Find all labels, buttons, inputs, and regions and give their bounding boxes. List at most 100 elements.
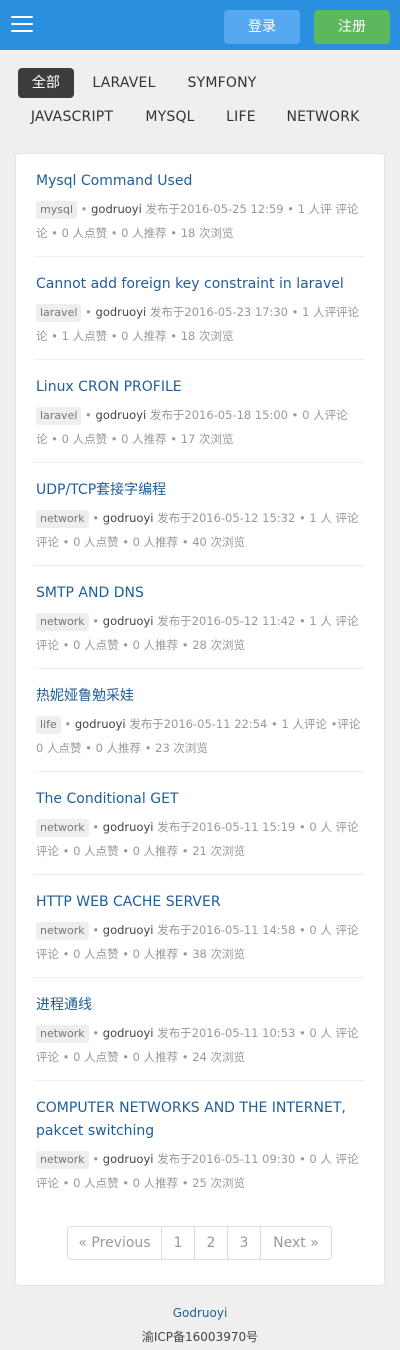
post-tag[interactable]: laravel bbox=[36, 407, 82, 425]
post-stats: 论 • 1 人点赞 • 0 人推荐 • 18 次浏览 bbox=[36, 329, 234, 343]
post-date: 发布于2016-05-25 12:59 bbox=[145, 202, 284, 216]
category-life[interactable]: LIFE bbox=[220, 102, 262, 132]
post-stats: 评论 • 0 人点赞 • 0 人推荐 • 25 次浏览 bbox=[36, 1176, 246, 1190]
post-comments: • 1 人 评论 bbox=[298, 614, 359, 628]
post-meta: laravel • godruoyi 发布于2016-05-18 15:00 •… bbox=[36, 407, 348, 446]
pagination: « Previous 1 2 3 Next » bbox=[67, 1226, 332, 1260]
post-comments: • 0 人评论 bbox=[291, 408, 348, 422]
post-date: 发布于2016-05-11 09:30 bbox=[157, 1152, 296, 1166]
post-tag[interactable]: network bbox=[36, 613, 89, 631]
post-title[interactable]: Mysql Command Used bbox=[36, 170, 364, 193]
post-author[interactable]: godruoyi bbox=[103, 511, 154, 525]
category-network[interactable]: NETWORK bbox=[280, 102, 366, 132]
post-stats: 评论 • 0 人点赞 • 0 人推荐 • 28 次浏览 bbox=[36, 638, 246, 652]
post-item: Mysql Command Used mysql • godruoyi 发布于2… bbox=[36, 170, 364, 245]
post-comments: • 1 人评论 •评论 bbox=[271, 717, 361, 731]
footer-site-name[interactable]: Godruoyi bbox=[0, 1306, 400, 1320]
post-comments: • 0 人 评论 bbox=[298, 1026, 359, 1040]
post-author[interactable]: godruoyi bbox=[103, 1152, 154, 1166]
post-comments: • 1 人 评论 bbox=[298, 511, 359, 525]
post-author[interactable]: godruoyi bbox=[96, 408, 147, 422]
post-stats: 评论 • 0 人点赞 • 0 人推荐 • 24 次浏览 bbox=[36, 1050, 246, 1064]
pagination-previous[interactable]: « Previous bbox=[68, 1227, 161, 1259]
post-date: 发布于2016-05-11 22:54 bbox=[129, 717, 268, 731]
menu-icon[interactable] bbox=[11, 16, 33, 34]
post-item: 进程通线 network • godruoyi 发布于2016-05-11 10… bbox=[36, 994, 364, 1069]
post-title[interactable]: 热妮娅鲁勉采娃 bbox=[36, 685, 364, 708]
post-author[interactable]: godruoyi bbox=[96, 305, 147, 319]
post-title[interactable]: Cannot add foreign key constraint in lar… bbox=[36, 273, 364, 296]
footer-icp-license: 渝ICP备16003970号 bbox=[141, 1330, 259, 1344]
post-title[interactable]: Linux CRON PROFILE bbox=[36, 376, 364, 399]
post-author[interactable]: godruoyi bbox=[75, 717, 126, 731]
post-item: The Conditional GET network • godruoyi 发… bbox=[36, 788, 364, 863]
category-mysql[interactable]: MYSQL bbox=[138, 102, 202, 132]
post-comments: • 0 人 评论 bbox=[298, 820, 359, 834]
post-title[interactable]: COMPUTER NETWORKS AND THE INTERNET, pakc… bbox=[36, 1097, 364, 1143]
post-author[interactable]: godruoyi bbox=[103, 923, 154, 937]
post-item: 热妮娅鲁勉采娃 life • godruoyi 发布于2016-05-11 22… bbox=[36, 685, 364, 760]
post-author[interactable]: godruoyi bbox=[103, 1026, 154, 1040]
post-tag[interactable]: laravel bbox=[36, 304, 82, 322]
post-title[interactable]: HTTP WEB CACHE SERVER bbox=[36, 891, 364, 914]
post-title[interactable]: UDP/TCP套接字编程 bbox=[36, 479, 364, 502]
post-meta: network • godruoyi 发布于2016-05-12 15:32 •… bbox=[36, 510, 359, 549]
post-stats: 评论 • 0 人点赞 • 0 人推荐 • 21 次浏览 bbox=[36, 844, 246, 858]
post-item: SMTP AND DNS network • godruoyi 发布于2016-… bbox=[36, 582, 364, 657]
post-date: 发布于2016-05-12 11:42 bbox=[157, 614, 296, 628]
category-symfony[interactable]: SYMFONY bbox=[178, 68, 266, 98]
post-meta: laravel • godruoyi 发布于2016-05-23 17:30 •… bbox=[36, 304, 360, 343]
post-item: Linux CRON PROFILE laravel • godruoyi 发布… bbox=[36, 376, 364, 451]
post-tag[interactable]: network bbox=[36, 510, 89, 528]
post-meta: life • godruoyi 发布于2016-05-11 22:54 • 1 … bbox=[36, 716, 361, 755]
post-tag[interactable]: mysql bbox=[36, 201, 77, 219]
post-meta: network • godruoyi 发布于2016-05-11 14:58 •… bbox=[36, 922, 359, 961]
post-list-card: Mysql Command Used mysql • godruoyi 发布于2… bbox=[15, 153, 385, 1286]
post-meta: network • godruoyi 发布于2016-05-11 10:53 •… bbox=[36, 1025, 359, 1064]
post-meta: mysql • godruoyi 发布于2016-05-25 12:59 • 1… bbox=[36, 201, 359, 240]
post-meta: network • godruoyi 发布于2016-05-12 11:42 •… bbox=[36, 613, 359, 652]
post-title[interactable]: SMTP AND DNS bbox=[36, 582, 364, 605]
top-navbar: 登录 注册 bbox=[0, 0, 400, 50]
post-date: 发布于2016-05-11 15:19 bbox=[157, 820, 296, 834]
post-meta: network • godruoyi 发布于2016-05-11 09:30 •… bbox=[36, 1151, 359, 1190]
post-tag[interactable]: network bbox=[36, 922, 89, 940]
post-stats: 论 • 0 人点赞 • 0 人推荐 • 18 次浏览 bbox=[36, 226, 234, 240]
post-title[interactable]: 进程通线 bbox=[36, 994, 364, 1017]
post-author[interactable]: godruoyi bbox=[103, 614, 154, 628]
post-date: 发布于2016-05-23 17:30 bbox=[149, 305, 289, 319]
post-date: 发布于2016-05-18 15:00 bbox=[149, 408, 289, 422]
login-button[interactable]: 登录 bbox=[224, 10, 300, 44]
post-meta: network • godruoyi 发布于2016-05-11 15:19 •… bbox=[36, 819, 359, 858]
category-javascript[interactable]: JAVASCRIPT bbox=[22, 102, 122, 132]
post-item: UDP/TCP套接字编程 network • godruoyi 发布于2016-… bbox=[36, 479, 364, 554]
post-title[interactable]: The Conditional GET bbox=[36, 788, 364, 811]
post-author[interactable]: godruoyi bbox=[103, 820, 154, 834]
post-date: 发布于2016-05-12 15:32 bbox=[157, 511, 296, 525]
post-author[interactable]: godruoyi bbox=[91, 202, 142, 216]
post-tag[interactable]: network bbox=[36, 819, 89, 837]
divider bbox=[34, 874, 364, 875]
pagination-next[interactable]: Next » bbox=[260, 1227, 331, 1259]
post-item: COMPUTER NETWORKS AND THE INTERNET, pakc… bbox=[36, 1097, 364, 1195]
post-item: Cannot add foreign key constraint in lar… bbox=[36, 273, 364, 348]
pagination-page-2[interactable]: 2 bbox=[194, 1227, 227, 1259]
post-stats: 0 人点赞 • 0 人推荐 • 23 次浏览 bbox=[36, 741, 208, 755]
post-tag[interactable]: network bbox=[36, 1025, 89, 1043]
pagination-page-1[interactable]: 1 bbox=[161, 1227, 194, 1259]
pagination-page-3[interactable]: 3 bbox=[227, 1227, 260, 1259]
category-laravel[interactable]: LARAVEL bbox=[84, 68, 164, 98]
divider bbox=[34, 462, 364, 463]
divider bbox=[34, 1080, 364, 1081]
post-stats: 评论 • 0 人点赞 • 0 人推荐 • 40 次浏览 bbox=[36, 535, 246, 549]
divider bbox=[34, 359, 364, 360]
post-tag[interactable]: life bbox=[36, 716, 61, 734]
post-comments: • 1 人评 评论 bbox=[287, 202, 359, 216]
post-comments: • 1 人评评论 bbox=[291, 305, 360, 319]
post-comments: • 0 人 评论 bbox=[298, 923, 359, 937]
post-date: 发布于2016-05-11 10:53 bbox=[157, 1026, 296, 1040]
post-tag[interactable]: network bbox=[36, 1151, 89, 1169]
category-all[interactable]: 全部 bbox=[18, 68, 74, 98]
register-button[interactable]: 注册 bbox=[314, 10, 390, 44]
divider bbox=[34, 771, 364, 772]
